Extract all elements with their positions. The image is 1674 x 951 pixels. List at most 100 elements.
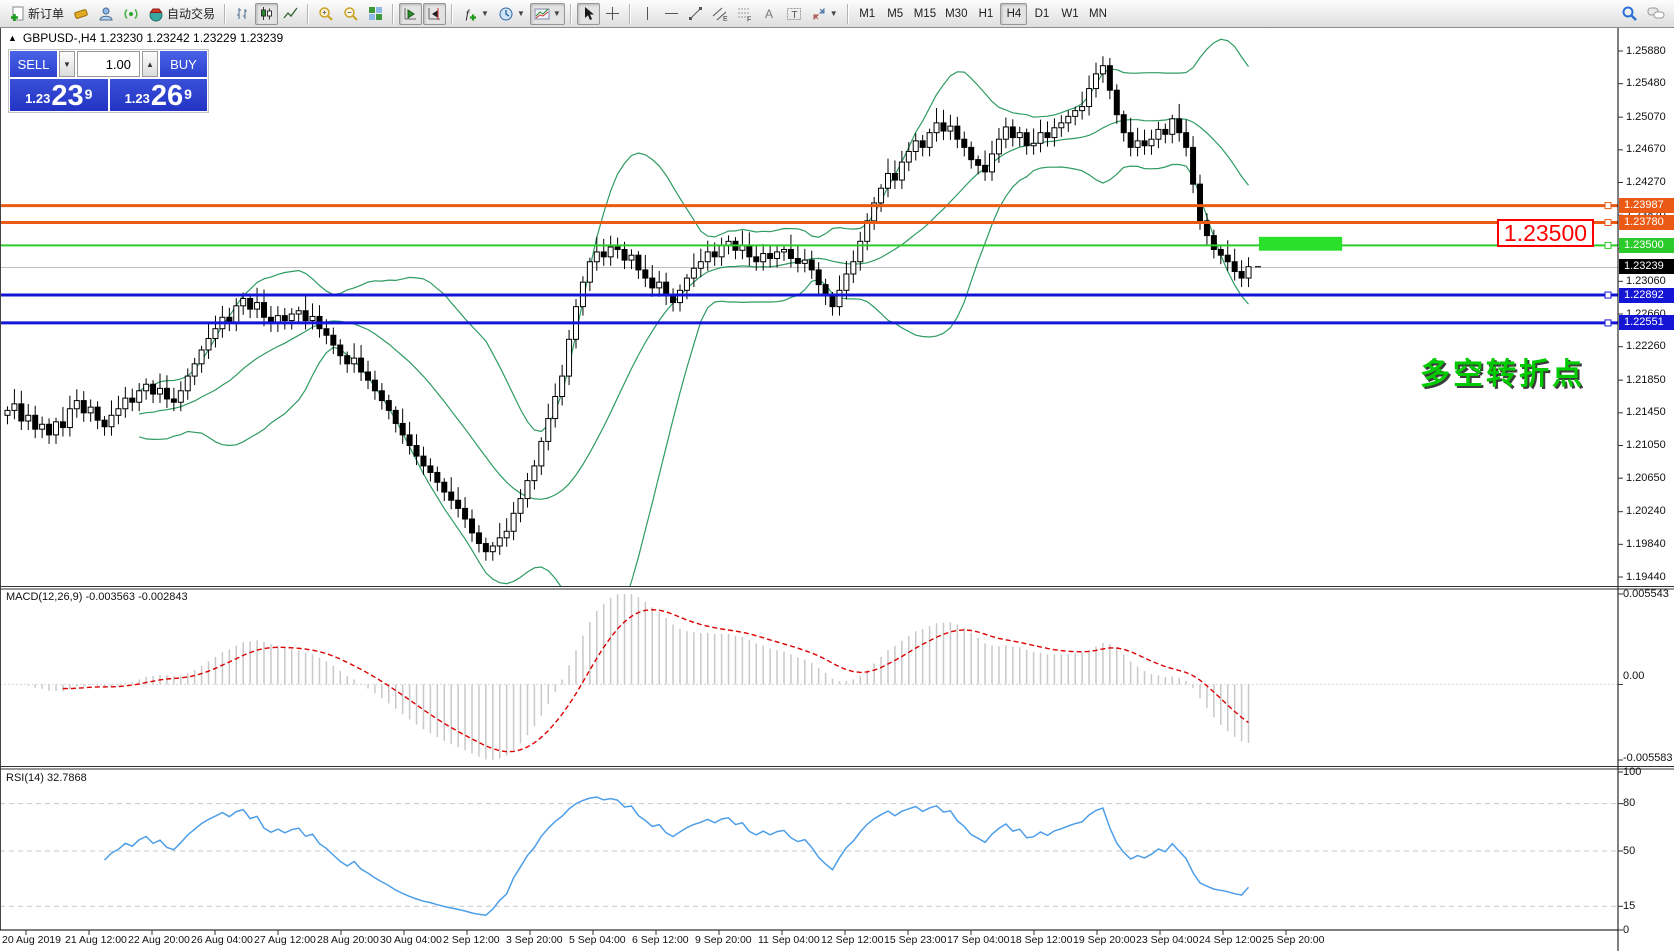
time-tick-label: 2 Sep 12:00 bbox=[443, 934, 500, 946]
time-tick-label: 25 Sep 20:00 bbox=[1262, 934, 1324, 946]
fibonacci-icon: F bbox=[737, 6, 753, 22]
candlestick-chart-button[interactable] bbox=[255, 3, 278, 25]
timeframe-h1[interactable]: H1 bbox=[972, 3, 999, 25]
equidistant-channel-button[interactable]: E bbox=[708, 3, 732, 25]
signal-button[interactable] bbox=[119, 3, 143, 25]
chat-button[interactable] bbox=[1643, 3, 1669, 25]
new-order-button[interactable]: 新订单 bbox=[5, 3, 68, 25]
sell-button[interactable]: SELL bbox=[10, 51, 57, 77]
cursor-button[interactable] bbox=[577, 3, 600, 25]
line-chart-button[interactable] bbox=[279, 3, 302, 25]
profile-icon bbox=[98, 6, 114, 22]
chevron-down-icon: ▼ bbox=[830, 10, 838, 18]
price-tick-label: 1.22260 bbox=[1626, 340, 1666, 352]
vertical-line-button[interactable] bbox=[636, 3, 659, 25]
timeframe-mn[interactable]: MN bbox=[1084, 3, 1111, 25]
sell-price-main: 23 bbox=[51, 83, 83, 109]
rsi-scale-label: 15 bbox=[1623, 900, 1635, 912]
time-tick-label: 3 Sep 20:00 bbox=[506, 934, 563, 946]
collapse-trade-panel-icon[interactable]: ▲ bbox=[8, 33, 17, 43]
fibonacci-button[interactable]: F bbox=[733, 3, 757, 25]
line-chart-icon bbox=[283, 6, 298, 21]
auto-trading-button[interactable]: 自动交易 bbox=[144, 3, 219, 25]
crosshair-button[interactable] bbox=[601, 3, 624, 25]
price-tick-label: 1.21050 bbox=[1626, 439, 1666, 451]
search-button[interactable] bbox=[1617, 3, 1642, 25]
time-tick-label: 9 Sep 20:00 bbox=[695, 934, 752, 946]
horizontal-line-button[interactable] bbox=[660, 3, 683, 25]
time-tick-label: 20 Aug 2019 bbox=[2, 934, 61, 946]
chart-shift-button[interactable] bbox=[423, 3, 446, 25]
text-button[interactable]: A bbox=[758, 3, 781, 25]
equidistant-channel-icon: E bbox=[712, 6, 728, 22]
timeframe-m30[interactable]: M30 bbox=[941, 3, 971, 25]
sell-price-pip: 9 bbox=[85, 79, 93, 109]
price-marker-label: 1.23239 bbox=[1619, 259, 1674, 274]
price-tick-label: 1.19840 bbox=[1626, 538, 1666, 550]
rsi-label: RSI(14) 32.7868 bbox=[6, 772, 87, 784]
timeframe-m15[interactable]: M15 bbox=[910, 3, 940, 25]
toolbar-separator bbox=[451, 4, 453, 24]
price-tick-label: 1.25880 bbox=[1626, 45, 1666, 57]
indicators-button[interactable]: ƒ ▼ bbox=[458, 3, 493, 25]
time-tick-label: 22 Aug 20:00 bbox=[128, 934, 190, 946]
macd-axis-min: -0.005583 bbox=[1623, 752, 1673, 764]
periods-button[interactable]: ▼ bbox=[494, 3, 529, 25]
toolbar-separator bbox=[392, 4, 394, 24]
price-chart-canvas[interactable] bbox=[0, 0, 1674, 951]
macd-axis-max: 0.005543 bbox=[1623, 588, 1669, 600]
sell-price[interactable]: 1.23 23 9 bbox=[10, 79, 108, 111]
arrows-icon bbox=[811, 6, 827, 22]
timeframe-m5[interactable]: M5 bbox=[882, 3, 909, 25]
text-label-button[interactable]: T bbox=[782, 3, 806, 25]
chevron-down-icon: ▼ bbox=[481, 10, 489, 18]
time-tick-label: 18 Sep 12:00 bbox=[1010, 934, 1072, 946]
shapes-button[interactable]: ▼ bbox=[807, 3, 842, 25]
zoom-in-button[interactable] bbox=[314, 3, 338, 25]
time-tick-label: 17 Sep 04:00 bbox=[947, 934, 1009, 946]
timeframe-m1[interactable]: M1 bbox=[854, 3, 881, 25]
price-tick-label: 1.21450 bbox=[1626, 406, 1666, 418]
volume-decrease-button[interactable]: ▼ bbox=[59, 51, 75, 77]
template-icon bbox=[534, 6, 550, 22]
timeframe-h4[interactable]: H4 bbox=[1000, 3, 1027, 25]
sell-price-prefix: 1.23 bbox=[25, 89, 50, 109]
turning-point-annotation[interactable]: 多空转折点 bbox=[1420, 349, 1585, 393]
price-marker-label: 1.23780 bbox=[1619, 215, 1674, 230]
trendline-icon bbox=[688, 6, 703, 21]
toolbar-separator bbox=[570, 4, 572, 24]
time-tick-label: 30 Aug 04:00 bbox=[380, 934, 442, 946]
templates-button[interactable]: ▼ bbox=[530, 3, 565, 25]
main-toolbar: 新订单 自动交易 bbox=[0, 0, 1674, 28]
toolbar-separator bbox=[629, 4, 631, 24]
buy-price-main: 26 bbox=[151, 83, 183, 109]
timeframe-d1[interactable]: D1 bbox=[1028, 3, 1055, 25]
svg-text:F: F bbox=[747, 16, 751, 22]
crosshair-icon bbox=[605, 6, 620, 21]
tile-windows-button[interactable] bbox=[364, 3, 387, 25]
time-tick-label: 12 Sep 12:00 bbox=[821, 934, 883, 946]
vertical-line-icon bbox=[640, 6, 655, 21]
eraser-button[interactable] bbox=[69, 3, 93, 25]
volume-input[interactable]: 1.00 bbox=[77, 51, 140, 77]
candlestick-chart-icon bbox=[259, 6, 274, 21]
timeframe-w1[interactable]: W1 bbox=[1056, 3, 1083, 25]
buy-price[interactable]: 1.23 26 9 bbox=[110, 79, 208, 111]
chevron-down-icon: ▼ bbox=[553, 10, 561, 18]
new-order-icon bbox=[9, 6, 25, 22]
time-tick-label: 19 Sep 20:00 bbox=[1073, 934, 1135, 946]
toolbar-separator bbox=[307, 4, 309, 24]
time-tick-label: 6 Sep 12:00 bbox=[632, 934, 689, 946]
price-callout-label[interactable]: 1.23500 bbox=[1497, 219, 1594, 247]
buy-button[interactable]: BUY bbox=[160, 51, 207, 77]
zoom-out-button[interactable] bbox=[339, 3, 363, 25]
zoom-out-icon bbox=[343, 6, 359, 22]
bar-chart-button[interactable] bbox=[231, 3, 254, 25]
profile-button[interactable] bbox=[94, 3, 118, 25]
horizontal-line-icon bbox=[664, 6, 679, 21]
trendline-button[interactable] bbox=[684, 3, 707, 25]
eraser-icon bbox=[73, 6, 89, 22]
auto-scroll-button[interactable] bbox=[399, 3, 422, 25]
volume-increase-button[interactable]: ▲ bbox=[142, 51, 158, 77]
price-tick-label: 1.25480 bbox=[1626, 77, 1666, 89]
